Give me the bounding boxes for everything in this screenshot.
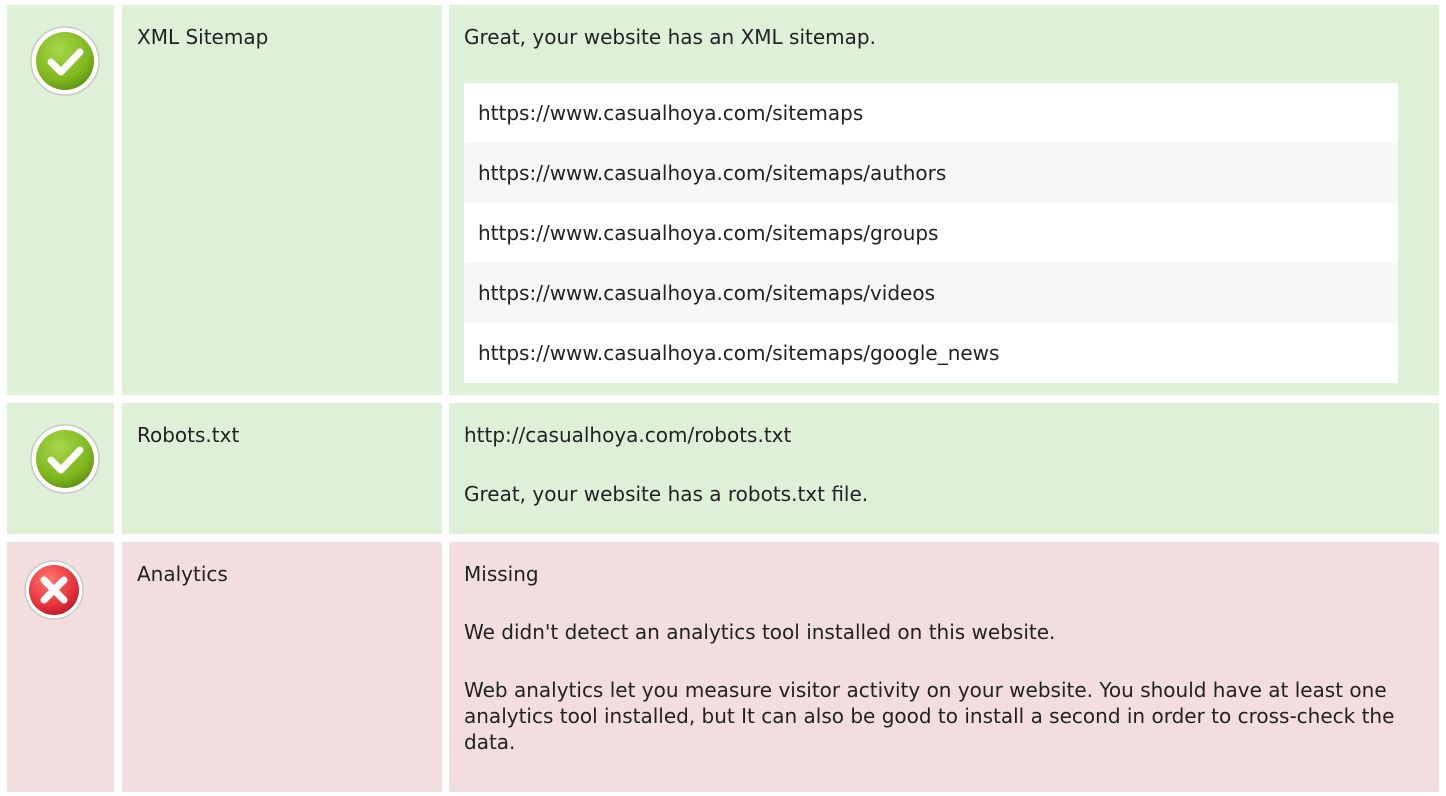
check-row-robots-txt: Robots.txt http://casualhoya.com/robots.… bbox=[0, 403, 1446, 534]
check-name: XML Sitemap bbox=[137, 25, 269, 49]
sitemap-url-item: https://www.casualhoya.com/sitemaps bbox=[464, 83, 1398, 143]
check-summary: We didn't detect an analytics tool insta… bbox=[464, 620, 1056, 644]
check-detail-cell: Great, your website has an XML sitemap. … bbox=[449, 5, 1439, 395]
sitemap-url-item: https://www.casualhoya.com/sitemaps/vide… bbox=[464, 263, 1398, 323]
status-icon-cell bbox=[7, 5, 114, 395]
robots-txt-url: http://casualhoya.com/robots.txt bbox=[464, 423, 792, 447]
check-detail-cell: Missing We didn't detect an analytics to… bbox=[449, 542, 1439, 792]
cross-circle-icon bbox=[24, 560, 84, 620]
sitemap-url-item: https://www.casualhoya.com/sitemaps/auth… bbox=[464, 143, 1398, 203]
check-circle-icon bbox=[30, 26, 100, 96]
check-circle-icon bbox=[30, 424, 100, 494]
check-summary: Great, your website has a robots.txt fil… bbox=[464, 482, 869, 506]
check-name-cell: Analytics bbox=[122, 542, 442, 792]
check-name: Analytics bbox=[137, 562, 228, 586]
check-status-text: Missing bbox=[464, 562, 539, 586]
status-icon-cell bbox=[7, 542, 114, 792]
check-name: Robots.txt bbox=[137, 423, 240, 447]
status-icon-cell bbox=[7, 403, 114, 534]
seo-report: XML Sitemap Great, your website has an X… bbox=[0, 0, 1446, 796]
check-name-cell: XML Sitemap bbox=[122, 5, 442, 395]
check-detail-cell: http://casualhoya.com/robots.txt Great, … bbox=[449, 403, 1439, 534]
sitemap-url-list: https://www.casualhoya.com/sitemaps http… bbox=[464, 83, 1398, 383]
sitemap-url-item: https://www.casualhoya.com/sitemaps/grou… bbox=[464, 203, 1398, 263]
check-explanation: Web analytics let you measure visitor ac… bbox=[464, 678, 1395, 754]
sitemap-url-item: https://www.casualhoya.com/sitemaps/goog… bbox=[464, 323, 1398, 383]
check-summary: Great, your website has an XML sitemap. bbox=[464, 25, 876, 49]
check-row-analytics: Analytics Missing We didn't detect an an… bbox=[0, 542, 1446, 792]
check-name-cell: Robots.txt bbox=[122, 403, 442, 534]
check-row-xml-sitemap: XML Sitemap Great, your website has an X… bbox=[0, 5, 1446, 395]
